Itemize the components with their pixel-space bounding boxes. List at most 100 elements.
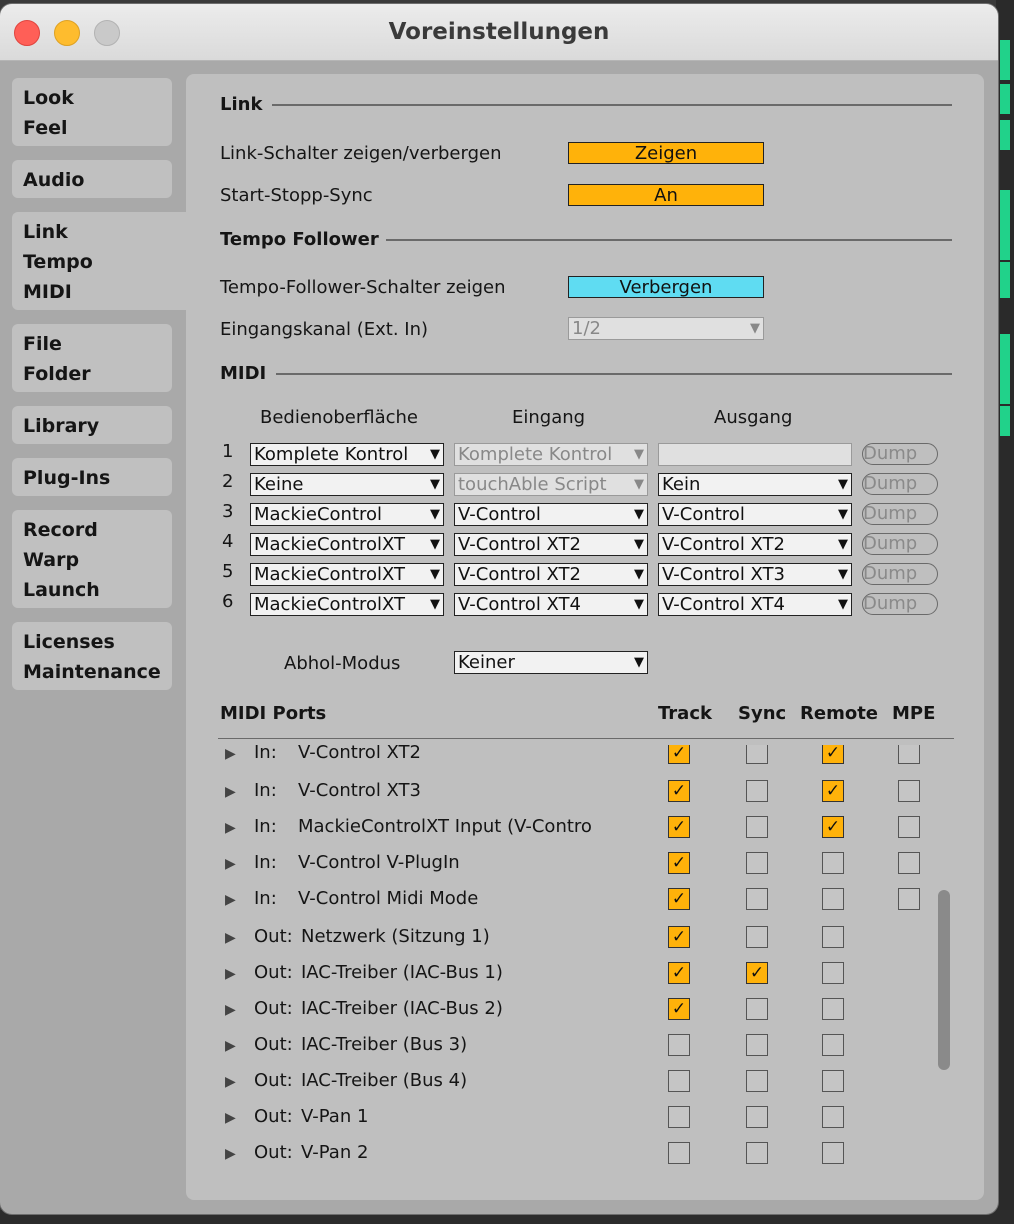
sync-checkbox[interactable]: [746, 780, 768, 802]
title-bar[interactable]: Voreinstellungen: [0, 4, 998, 61]
sync-checkbox[interactable]: [746, 852, 768, 874]
track-checkbox[interactable]: [668, 1106, 690, 1128]
midi-port-row[interactable]: ▶ Out: IAC-Treiber (Bus 4): [218, 1066, 938, 1102]
track-checkbox[interactable]: ✓: [668, 926, 690, 948]
sync-checkbox[interactable]: [746, 926, 768, 948]
mpe-checkbox[interactable]: [898, 852, 920, 874]
dump-button[interactable]: Dump: [862, 503, 938, 525]
remote-checkbox[interactable]: ✓: [822, 780, 844, 802]
sync-checkbox[interactable]: [746, 1142, 768, 1164]
dump-button[interactable]: Dump: [862, 443, 938, 465]
control-surface-dropdown[interactable]: MackieControlXT ▼: [250, 563, 444, 586]
midi-input-dropdown[interactable]: V-Control XT4 ▼: [454, 593, 648, 616]
tab-audio[interactable]: Audio: [12, 160, 172, 198]
tab-licenses-maintenance[interactable]: Licenses Maintenance: [12, 622, 172, 690]
sync-checkbox[interactable]: [746, 1070, 768, 1092]
tab-link-tempo-midi[interactable]: Link Tempo MIDI: [12, 212, 186, 310]
remote-checkbox[interactable]: [822, 1034, 844, 1056]
triangle-right-icon[interactable]: ▶: [225, 1038, 236, 1054]
triangle-right-icon[interactable]: ▶: [225, 746, 236, 762]
track-checkbox[interactable]: [668, 1142, 690, 1164]
control-surface-dropdown[interactable]: Komplete Kontrol ▼: [250, 443, 444, 466]
midi-input-dropdown[interactable]: V-Control ▼: [454, 503, 648, 526]
midi-port-row[interactable]: ▶ In: V-Control XT3 ✓ ✓: [218, 776, 938, 812]
remote-checkbox[interactable]: [822, 926, 844, 948]
remote-checkbox[interactable]: ✓: [822, 745, 844, 764]
sync-checkbox[interactable]: [746, 998, 768, 1020]
track-checkbox[interactable]: ✓: [668, 888, 690, 910]
triangle-right-icon[interactable]: ▶: [225, 856, 236, 872]
triangle-right-icon[interactable]: ▶: [225, 820, 236, 836]
link-toggle-button[interactable]: Zeigen: [568, 142, 764, 164]
start-stop-sync-button[interactable]: An: [568, 184, 764, 206]
triangle-right-icon[interactable]: ▶: [225, 966, 236, 982]
remote-checkbox[interactable]: [822, 888, 844, 910]
midi-input-dropdown[interactable]: touchAble Script ▼: [454, 473, 648, 496]
control-surface-dropdown[interactable]: MackieControlXT ▼: [250, 533, 444, 556]
dump-button[interactable]: Dump: [862, 563, 938, 585]
midi-port-row[interactable]: ▶ Out: V-Pan 1: [218, 1102, 938, 1138]
input-channel-dropdown[interactable]: 1/2 ▼: [568, 317, 764, 340]
remote-checkbox[interactable]: ✓: [822, 816, 844, 838]
control-surface-dropdown[interactable]: Keine ▼: [250, 473, 444, 496]
midi-port-row[interactable]: ▶ Out: IAC-Treiber (IAC-Bus 2) ✓: [218, 994, 938, 1030]
track-checkbox[interactable]: ✓: [668, 745, 690, 764]
triangle-right-icon[interactable]: ▶: [225, 1074, 236, 1090]
sync-checkbox[interactable]: [746, 1034, 768, 1056]
triangle-right-icon[interactable]: ▶: [225, 1002, 236, 1018]
midi-output-dropdown[interactable]: [658, 443, 852, 466]
midi-input-dropdown[interactable]: V-Control XT2 ▼: [454, 533, 648, 556]
midi-input-dropdown[interactable]: V-Control XT2 ▼: [454, 563, 648, 586]
midi-port-row[interactable]: ▶ Out: Netzwerk (Sitzung 1) ✓: [218, 922, 938, 958]
midi-output-dropdown[interactable]: V-Control XT4 ▼: [658, 593, 852, 616]
track-checkbox[interactable]: ✓: [668, 998, 690, 1020]
tempo-follower-toggle-button[interactable]: Verbergen: [568, 276, 764, 298]
control-surface-dropdown[interactable]: MackieControl ▼: [250, 503, 444, 526]
track-checkbox[interactable]: ✓: [668, 852, 690, 874]
midi-port-row[interactable]: ▶ Out: IAC-Treiber (IAC-Bus 1) ✓ ✓: [218, 958, 938, 994]
mpe-checkbox[interactable]: [898, 816, 920, 838]
triangle-right-icon[interactable]: ▶: [225, 1146, 236, 1162]
track-checkbox[interactable]: [668, 1070, 690, 1092]
midi-port-row[interactable]: ▶ In: V-Control V-PlugIn ✓: [218, 848, 938, 884]
tab-plug-ins[interactable]: Plug-Ins: [12, 458, 172, 496]
midi-port-row[interactable]: ▶ In: MackieControlXT Input (V-Contro ✓ ✓: [218, 812, 938, 848]
sync-checkbox[interactable]: [746, 1106, 768, 1128]
dump-button[interactable]: Dump: [862, 593, 938, 615]
midi-input-dropdown[interactable]: Komplete Kontrol ▼: [454, 443, 648, 466]
remote-checkbox[interactable]: [822, 1070, 844, 1092]
remote-checkbox[interactable]: [822, 962, 844, 984]
remote-checkbox[interactable]: [822, 1106, 844, 1128]
tab-record-warp-launch[interactable]: Record Warp Launch: [12, 510, 172, 608]
mpe-checkbox[interactable]: [898, 888, 920, 910]
pickup-mode-dropdown[interactable]: Keiner ▼: [454, 651, 648, 674]
midi-port-row[interactable]: ▶ Out: IAC-Treiber (Bus 3): [218, 1030, 938, 1066]
sync-checkbox[interactable]: [746, 816, 768, 838]
sync-checkbox[interactable]: [746, 888, 768, 910]
dump-button[interactable]: Dump: [862, 473, 938, 495]
mpe-checkbox[interactable]: [898, 780, 920, 802]
triangle-right-icon[interactable]: ▶: [225, 784, 236, 800]
triangle-right-icon[interactable]: ▶: [225, 930, 236, 946]
sync-checkbox[interactable]: ✓: [746, 962, 768, 984]
remote-checkbox[interactable]: [822, 852, 844, 874]
track-checkbox[interactable]: ✓: [668, 962, 690, 984]
tab-file-folder[interactable]: File Folder: [12, 324, 172, 392]
mpe-checkbox[interactable]: [898, 745, 920, 764]
midi-ports-list[interactable]: ▶ In: V-Control XT2 ✓ ✓ ▶ In: V-Control XT3 ✓ ✓ ▶ I…: [218, 745, 938, 1165]
midi-output-dropdown[interactable]: V-Control XT3 ▼: [658, 563, 852, 586]
tab-look-feel[interactable]: Look Feel: [12, 78, 172, 146]
midi-port-row[interactable]: ▶ Out: V-Pan 2: [218, 1138, 938, 1165]
control-surface-dropdown[interactable]: MackieControlXT ▼: [250, 593, 444, 616]
midi-port-row[interactable]: ▶ In: V-Control Midi Mode ✓: [218, 884, 938, 920]
remote-checkbox[interactable]: [822, 998, 844, 1020]
midi-port-row[interactable]: ▶ In: V-Control XT2 ✓ ✓: [218, 745, 938, 774]
remote-checkbox[interactable]: [822, 1142, 844, 1164]
triangle-right-icon[interactable]: ▶: [225, 1110, 236, 1126]
midi-output-dropdown[interactable]: V-Control ▼: [658, 503, 852, 526]
track-checkbox[interactable]: [668, 1034, 690, 1056]
triangle-right-icon[interactable]: ▶: [225, 892, 236, 908]
dump-button[interactable]: Dump: [862, 533, 938, 555]
ports-scrollbar[interactable]: [938, 890, 950, 1070]
midi-output-dropdown[interactable]: Kein ▼: [658, 473, 852, 496]
